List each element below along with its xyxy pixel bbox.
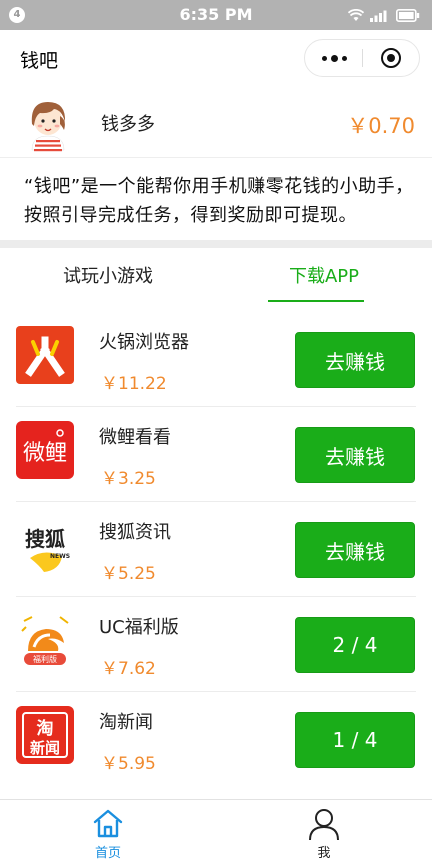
tao-icon-text-bottom: 新闻 — [30, 739, 60, 757]
tab-bar: 试玩小游戏 下载APP — [0, 248, 432, 302]
app-name: 淘新闻 — [99, 712, 153, 733]
app-reward: ￥5.25 — [101, 564, 156, 584]
app-name: 搜狐资讯 — [99, 522, 171, 543]
app-name: UC福利版 — [99, 617, 179, 638]
tao-icon-text-top: 淘 — [37, 718, 54, 739]
close-target-icon[interactable] — [363, 40, 419, 76]
mini-program-capsule — [304, 39, 420, 77]
tabbar-label-home: 首页 — [94, 846, 121, 861]
app-reward: ￥5.95 — [101, 754, 156, 774]
tabbar-item-me[interactable]: 我 — [216, 800, 432, 864]
profile-row: 钱多多 ￥0.70 — [0, 88, 432, 158]
avatar[interactable] — [20, 96, 76, 152]
user-icon — [309, 809, 339, 841]
app-reward: ￥11.22 — [101, 374, 167, 394]
battery-icon — [396, 8, 420, 22]
weili-kankan-icon: 微鲤 — [16, 421, 74, 479]
nav-bar: 钱吧 — [0, 30, 432, 86]
progress-button[interactable]: 2 / 4 — [295, 617, 415, 673]
app-reward: ￥3.25 — [101, 469, 156, 489]
tab-mini-games[interactable]: 试玩小游戏 — [0, 262, 216, 288]
username: 钱多多 — [101, 114, 155, 135]
list-item: 福利版 UC福利版 ￥7.62 2 / 4 — [16, 597, 416, 692]
page-title: 钱吧 — [20, 50, 59, 72]
more-dots-icon[interactable] — [305, 40, 363, 76]
wifi-icon — [348, 8, 364, 21]
tabbar-item-home[interactable]: 首页 — [0, 800, 216, 864]
app-name: 火锅浏览器 — [99, 332, 189, 353]
list-item: 微鲤 微鲤看看 ￥3.25 去赚钱 — [16, 407, 416, 502]
sohu-news-icon: 搜狐 NEWS — [16, 516, 74, 574]
list-item: 火锅浏览器 ￥11.22 去赚钱 — [16, 312, 416, 407]
tao-news-icon: 淘 新闻 — [16, 706, 74, 764]
sohu-icon-text: 搜狐 — [25, 527, 65, 551]
intro-text: “钱吧”是一个能帮你用手机赚零花钱的小助手，按照引导完成任务，得到奖励即可提现。 — [24, 176, 414, 226]
app-reward: ￥7.62 — [101, 659, 156, 679]
progress-button[interactable]: 1 / 4 — [295, 712, 415, 768]
tab-download-app[interactable]: 下载APP — [216, 262, 432, 288]
tabbar-label-me: 我 — [317, 846, 331, 861]
status-icons — [348, 8, 420, 22]
sohu-news-text: NEWS — [50, 553, 70, 560]
uc-badge-text: 福利版 — [33, 654, 57, 664]
earn-button[interactable]: 去赚钱 — [295, 427, 415, 483]
list-item: 搜狐 NEWS 搜狐资讯 ￥5.25 去赚钱 — [16, 502, 416, 597]
section-separator — [0, 240, 432, 248]
earn-button[interactable]: 去赚钱 — [295, 522, 415, 578]
uc-fuli-icon: 福利版 — [16, 611, 74, 669]
home-icon — [93, 809, 123, 838]
earn-button[interactable]: 去赚钱 — [295, 332, 415, 388]
app-name: 微鲤看看 — [99, 427, 171, 448]
weili-icon-text: 微鲤 — [23, 441, 67, 466]
bottom-tab-bar: 首页 我 — [0, 799, 432, 864]
balance-amount: ￥0.70 — [347, 114, 415, 138]
active-tab-indicator — [268, 300, 364, 302]
app-list: 火锅浏览器 ￥11.22 去赚钱 微鲤 微鲤看看 ￥3.25 去赚钱 搜狐 NE… — [16, 312, 416, 787]
huoguo-browser-icon — [16, 326, 74, 384]
status-bar: 4 6:35 PM — [0, 0, 432, 30]
signal-icon — [370, 10, 387, 22]
list-item: 淘 新闻 淘新闻 ￥5.95 1 / 4 — [16, 692, 416, 787]
